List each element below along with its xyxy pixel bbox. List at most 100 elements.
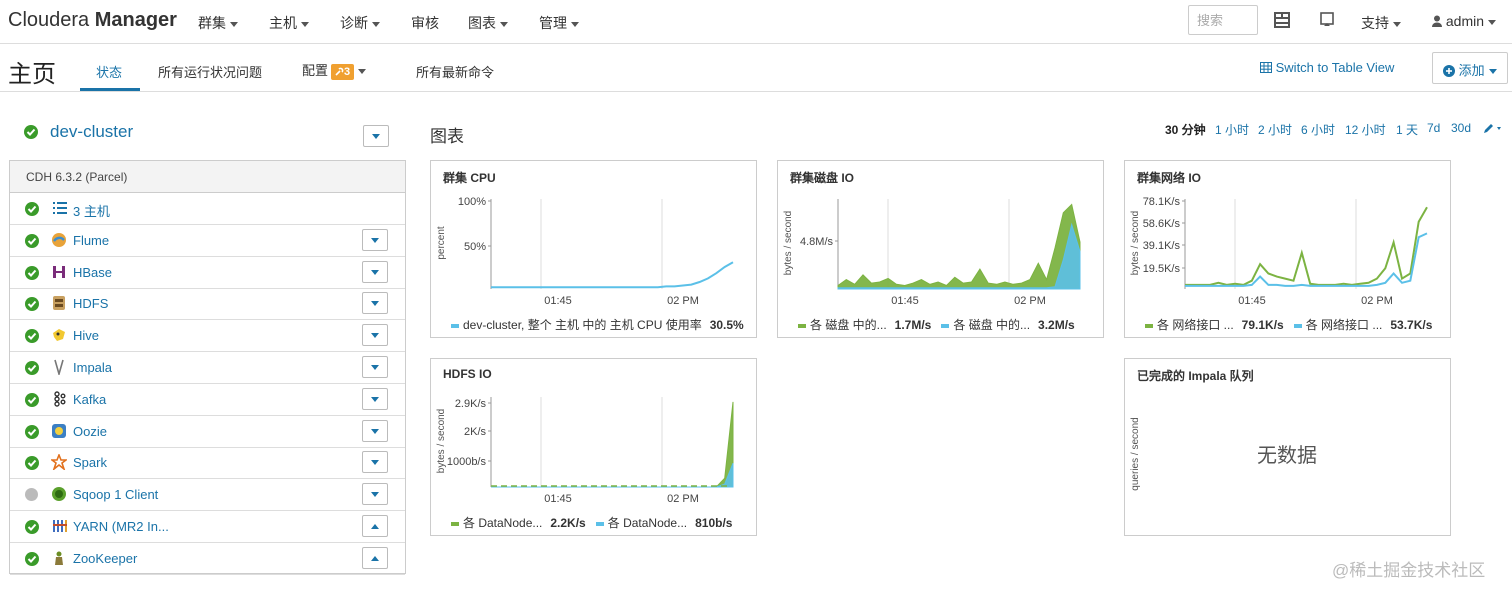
service-actions-dropdown[interactable] xyxy=(362,387,388,410)
legend-swatch xyxy=(941,323,950,328)
time-range-2[interactable]: 2 小时 xyxy=(1258,121,1292,138)
legend-item[interactable]: dev-cluster, 整个 主机 中的 主机 CPU 使用率 30.5% xyxy=(451,318,754,332)
switch-table-view-link[interactable]: Switch to Table View xyxy=(1260,60,1394,75)
chart-cluster-network-io[interactable]: bytes / second 78.1K/s 58.6K/s 39.1K/s 19.5K… xyxy=(1124,160,1451,338)
parcel-icon[interactable] xyxy=(1273,11,1291,29)
nav-audits-link[interactable]: 审核 xyxy=(411,13,439,33)
time-range-0[interactable]: 30 分钟 xyxy=(1165,121,1206,138)
chevron-down-icon xyxy=(358,69,367,75)
service-link-zookeeper[interactable]: ZooKeeper xyxy=(73,551,137,566)
time-range-4[interactable]: 12 小时 xyxy=(1345,121,1386,138)
legend-series-name: dev-cluster, 整个 主机 中的 主机 CPU 使用率 xyxy=(463,318,702,332)
flume-icon xyxy=(52,232,66,247)
chart-impala-queries[interactable]: queries / second 无数据 已完成的 Impala 队列 xyxy=(1124,358,1451,536)
chart-cluster-cpu[interactable]: percent 100% 50% 01:45 02 PM 群集 CPU dev-cluste… xyxy=(430,160,757,338)
tab-health-issues[interactable]: 所有运行状况问题 xyxy=(158,62,262,81)
legend-item[interactable]: 各 网络接口 ... 79.1K/s xyxy=(1145,318,1294,332)
y-tick-label: 1000b/s xyxy=(447,456,487,468)
legend-item[interactable]: 各 磁盘 中的... 1.7M/s xyxy=(798,318,941,332)
chart-plot: bytes / second 2.9K/s 2K/s 1000b/s 01:45 02 P… xyxy=(436,397,734,505)
service-link-hbase[interactable]: HBase xyxy=(73,265,112,280)
series-area-0[interactable] xyxy=(837,203,1081,290)
nav-charts-menu[interactable]: 图表 xyxy=(468,13,508,33)
time-range-7[interactable]: 30d xyxy=(1451,121,1471,135)
service-row-sqoop: Sqoop 1 Client xyxy=(10,479,405,512)
legend-series-name: 各 磁盘 中的... xyxy=(810,318,887,332)
legend-series-value: 2.2K/s xyxy=(550,516,586,530)
legend-item[interactable]: 各 DataNode... 2.2K/s xyxy=(451,516,596,530)
service-actions-dropdown[interactable] xyxy=(362,292,388,315)
tab-status[interactable]: 状态 xyxy=(96,62,122,81)
service-actions-dropdown[interactable] xyxy=(362,451,388,474)
chart-title: 群集网络 IO xyxy=(1137,171,1202,185)
tab-recent-commands[interactable]: 所有最新命令 xyxy=(416,62,494,81)
service-actions-dropdown[interactable] xyxy=(362,546,388,569)
service-link-spark[interactable]: Spark xyxy=(73,455,107,470)
cluster-name-link[interactable]: dev-cluster xyxy=(50,122,133,142)
series-line-1[interactable] xyxy=(1185,232,1428,287)
service-link-kafka[interactable]: Kafka xyxy=(73,392,106,407)
brand-logo[interactable]: Cloudera Manager xyxy=(8,9,177,32)
legend-series-name: 各 磁盘 中的... xyxy=(953,318,1031,332)
time-range-6[interactable]: 7d xyxy=(1427,121,1440,135)
x-tick-label: 01:45 xyxy=(544,493,572,505)
wrench-icon xyxy=(335,67,344,76)
service-actions-dropdown[interactable] xyxy=(362,483,388,506)
legend-item[interactable]: 各 磁盘 中的... 3.2M/s xyxy=(941,318,1084,332)
service-actions-dropdown[interactable] xyxy=(362,260,388,283)
chart-plot: percent 100% 50% 01:45 02 PM xyxy=(436,196,734,307)
service-link-impala[interactable]: Impala xyxy=(73,360,112,375)
nav-clusters-menu[interactable]: 群集 xyxy=(198,13,238,33)
cluster-actions-dropdown[interactable] xyxy=(363,125,389,147)
service-row-hbase: HBase xyxy=(10,257,405,289)
time-range-5[interactable]: 1 天 xyxy=(1396,121,1418,138)
series-area-0[interactable] xyxy=(491,401,734,488)
time-range-3[interactable]: 6 小时 xyxy=(1301,121,1335,138)
series-line-0[interactable] xyxy=(1185,206,1428,286)
x-tick-label: 01:45 xyxy=(1238,295,1266,307)
search-input[interactable] xyxy=(1188,5,1258,35)
chevron-down-icon xyxy=(1488,19,1497,25)
chart-hdfs-io[interactable]: bytes / second 2.9K/s 2K/s 1000b/s 01:45 02 P… xyxy=(430,358,757,536)
tab-configuration[interactable]: 配置 3 xyxy=(302,60,367,80)
service-link-yarn[interactable]: YARN (MR2 In... xyxy=(73,519,169,534)
series-area-1[interactable] xyxy=(491,463,734,488)
user-menu[interactable]: admin xyxy=(1432,13,1497,29)
chevron-down-icon xyxy=(301,21,309,27)
service-actions-dropdown[interactable] xyxy=(362,515,388,537)
y-tick-label: 2.9K/s xyxy=(455,398,487,410)
service-link-sqoop[interactable]: Sqoop 1 Client xyxy=(73,487,158,502)
nav-admin-menu[interactable]: 管理 xyxy=(539,13,579,33)
service-actions-dropdown[interactable] xyxy=(362,419,388,442)
chart-cluster-disk-io[interactable]: bytes / second 4.8M/s 01:45 02 PM 群集磁盘 IO 各 磁… xyxy=(777,160,1104,338)
nav-diagnostics-menu[interactable]: 诊断 xyxy=(340,13,380,33)
edit-charts-icon[interactable] xyxy=(1483,122,1505,134)
service-link-flume[interactable]: Flume xyxy=(73,233,109,248)
support-menu[interactable]: 支持 xyxy=(1361,13,1401,33)
legend-swatch xyxy=(595,521,604,526)
time-range-1[interactable]: 1 小时 xyxy=(1215,121,1249,138)
service-actions-dropdown[interactable] xyxy=(362,356,388,378)
legend-item[interactable]: 各 DataNode... 810b/s xyxy=(595,516,743,530)
nav-hosts-menu[interactable]: 主机 xyxy=(269,13,309,33)
legend-series-value: 53.7K/s xyxy=(1390,318,1433,332)
service-row-flume: Flume xyxy=(10,225,405,257)
hosts-link[interactable]: 3 主机 xyxy=(73,201,110,220)
add-button[interactable]: 添加 xyxy=(1432,52,1508,84)
service-actions-dropdown[interactable] xyxy=(362,228,388,251)
hbase-icon xyxy=(53,265,65,278)
y-tick-label: 19.5K/s xyxy=(1143,263,1181,275)
service-link-hdfs[interactable]: HDFS xyxy=(73,296,108,311)
service-actions-dropdown[interactable] xyxy=(362,324,388,347)
y-tick-label: 58.6K/s xyxy=(1143,218,1181,230)
legend-item[interactable]: 各 网络接口 ... 53.7K/s xyxy=(1293,318,1443,332)
series-line-0[interactable] xyxy=(491,261,734,289)
service-row-kafka: Kafka xyxy=(10,384,405,416)
running-commands-icon[interactable] xyxy=(1318,11,1336,29)
service-link-hive[interactable]: Hive xyxy=(73,328,99,343)
service-link-oozie[interactable]: Oozie xyxy=(73,424,107,439)
health-good-icon xyxy=(25,551,39,566)
cluster-services-list: CDH 6.3.2 (Parcel) 3 主机 Flume HBase HDFS Hiv… xyxy=(9,160,406,575)
health-good-icon xyxy=(25,233,39,248)
chevron-down-icon xyxy=(1488,69,1497,75)
